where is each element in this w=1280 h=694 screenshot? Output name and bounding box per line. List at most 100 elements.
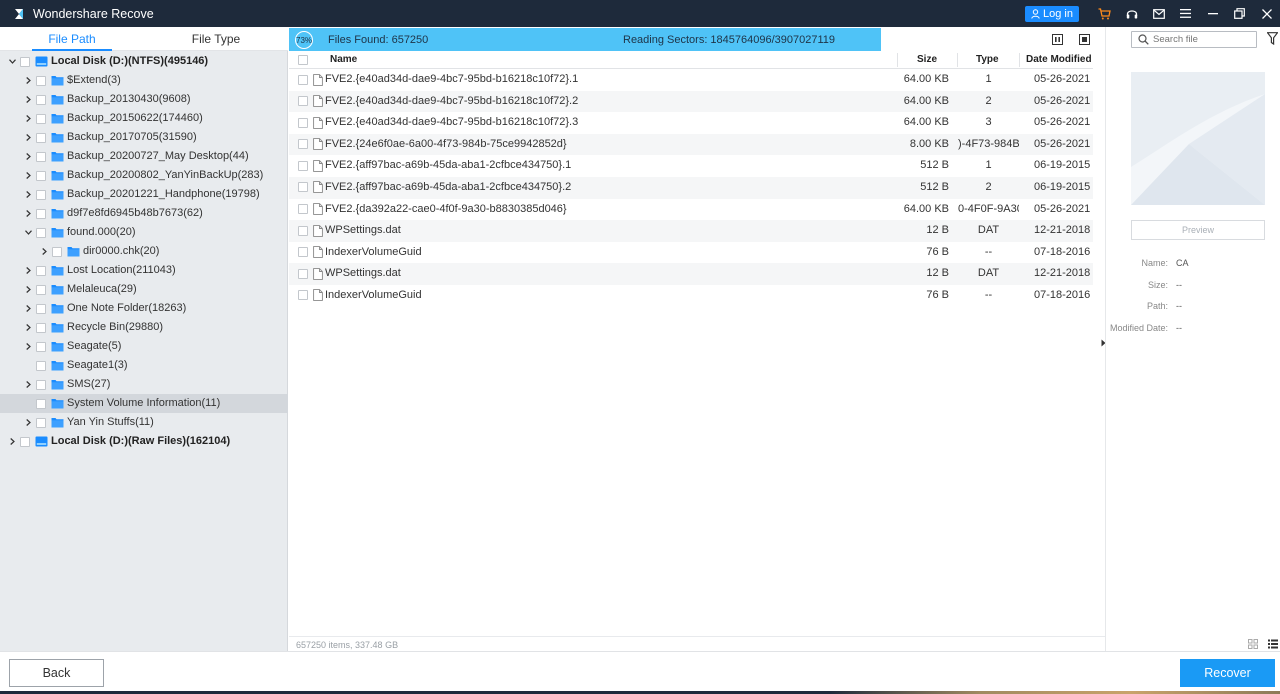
close-button[interactable] [1253, 0, 1280, 27]
tree-item[interactable]: Local Disk (D:)(Raw Files)(162104) [0, 432, 288, 451]
tree-checkbox[interactable] [36, 151, 46, 162]
tree-checkbox[interactable] [36, 417, 46, 428]
tree-checkbox[interactable] [36, 189, 46, 200]
row-checkbox[interactable] [298, 225, 308, 236]
column-name[interactable]: Name [330, 51, 357, 69]
tree-checkbox[interactable] [36, 75, 46, 86]
tree-checkbox[interactable] [36, 265, 46, 276]
row-checkbox[interactable] [298, 268, 308, 279]
table-row[interactable]: FVE2.{e40ad34d-dae9-4bc7-95bd-b16218c10f… [289, 69, 1093, 91]
tree-item[interactable]: Seagate(5) [0, 337, 288, 356]
tree-checkbox[interactable] [20, 436, 30, 447]
chevron-right-icon[interactable] [23, 133, 33, 143]
row-checkbox[interactable] [298, 247, 308, 258]
row-checkbox[interactable] [298, 290, 308, 301]
chevron-right-icon[interactable] [23, 190, 33, 200]
tree-item[interactable]: d9f7e8fd6945b48b7673(62) [0, 204, 288, 223]
chevron-right-icon[interactable] [23, 418, 33, 428]
tree-item[interactable]: One Note Folder(18263) [0, 299, 288, 318]
tab-file-path[interactable]: File Path [0, 27, 144, 51]
table-row[interactable]: FVE2.{aff97bac-a69b-45da-aba1-2cfbce4347… [289, 176, 1093, 199]
tree-checkbox[interactable] [36, 341, 46, 352]
support-button[interactable] [1118, 0, 1145, 27]
table-row[interactable]: FVE2.{da392a22-cae0-4f0f-9a30-b8830385d0… [289, 199, 1093, 221]
tree-checkbox[interactable] [36, 170, 46, 181]
tree-item[interactable]: System Volume Information(11) [0, 394, 288, 413]
select-all-checkbox[interactable] [298, 55, 308, 65]
tree-checkbox[interactable] [36, 379, 46, 390]
chevron-right-icon[interactable] [23, 114, 33, 124]
tree-item[interactable]: Melaleuca(29) [0, 280, 288, 299]
tree-checkbox[interactable] [36, 227, 46, 238]
chevron-right-icon[interactable] [23, 152, 33, 162]
tree-checkbox[interactable] [36, 284, 46, 295]
tree-item[interactable]: Backup_20150622(174460) [0, 109, 288, 128]
tree-checkbox[interactable] [36, 208, 46, 219]
tree-item[interactable]: Seagate1(3) [0, 356, 288, 375]
chevron-right-icon[interactable] [39, 247, 49, 257]
row-checkbox[interactable] [298, 96, 308, 107]
chevron-down-icon[interactable] [23, 228, 33, 238]
mail-button[interactable] [1145, 0, 1172, 27]
table-row[interactable]: IndexerVolumeGuid 76 B -- 07-18-2016 [289, 242, 1093, 264]
chevron-right-icon[interactable] [23, 323, 33, 333]
tree-item[interactable]: Backup_20200727_May Desktop(44) [0, 147, 288, 166]
cart-button[interactable] [1091, 0, 1118, 27]
tree-checkbox[interactable] [36, 303, 46, 314]
search-box[interactable] [1131, 31, 1257, 48]
tree-item[interactable]: Yan Yin Stuffs(11) [0, 413, 288, 432]
row-checkbox[interactable] [298, 74, 308, 85]
tree-checkbox[interactable] [36, 94, 46, 105]
tree-checkbox[interactable] [36, 398, 46, 409]
search-input[interactable] [1153, 34, 1249, 45]
chevron-right-icon[interactable] [23, 342, 33, 352]
tree-item[interactable]: Backup_20201221_Handphone(19798) [0, 185, 288, 204]
login-button[interactable]: Log in [1025, 5, 1079, 22]
tree-item[interactable]: Backup_20200802_YanYinBackUp(283) [0, 166, 288, 185]
table-row[interactable]: WPSettings.dat 12 B DAT 12-21-2018 [289, 263, 1093, 285]
table-row[interactable]: FVE2.{aff97bac-a69b-45da-aba1-2cfbce4347… [289, 155, 1093, 177]
menu-button[interactable] [1172, 0, 1199, 27]
column-size[interactable]: Size [917, 51, 937, 69]
table-row[interactable]: FVE2.{e40ad34d-dae9-4bc7-95bd-b16218c10f… [289, 90, 1093, 113]
pause-scan-button[interactable] [1052, 34, 1063, 45]
minimize-button[interactable] [1199, 0, 1226, 27]
chevron-right-icon[interactable] [7, 437, 17, 447]
row-checkbox[interactable] [298, 139, 308, 150]
filter-icon[interactable] [1267, 32, 1278, 45]
tab-file-type[interactable]: File Type [144, 27, 288, 51]
tree-checkbox[interactable] [36, 132, 46, 143]
grid-view-icon[interactable] [1248, 639, 1258, 649]
tree-item[interactable]: $Extend(3) [0, 71, 288, 90]
tree-item[interactable]: Backup_20170705(31590) [0, 128, 288, 147]
chevron-right-icon[interactable] [23, 380, 33, 390]
table-row[interactable]: FVE2.{e40ad34d-dae9-4bc7-95bd-b16218c10f… [289, 112, 1093, 134]
tree-item[interactable]: Lost Location(211043) [0, 261, 288, 280]
tree-item[interactable]: dir0000.chk(20) [0, 242, 288, 261]
stop-scan-button[interactable] [1079, 34, 1090, 45]
chevron-right-icon[interactable] [23, 171, 33, 181]
chevron-right-icon[interactable] [23, 95, 33, 105]
table-row[interactable]: IndexerVolumeGuid 76 B -- 07-18-2016 [289, 285, 1093, 307]
chevron-right-icon[interactable] [23, 266, 33, 276]
tree-checkbox[interactable] [36, 322, 46, 333]
restore-button[interactable] [1226, 0, 1253, 27]
tree-item[interactable]: SMS(27) [0, 375, 288, 394]
list-view-icon[interactable] [1268, 639, 1278, 649]
chevron-right-icon[interactable] [23, 285, 33, 295]
tree-checkbox[interactable] [52, 246, 62, 257]
tree-checkbox[interactable] [20, 56, 30, 67]
chevron-right-icon[interactable] [23, 209, 33, 219]
chevron-right-icon[interactable] [23, 76, 33, 86]
tree-item[interactable]: found.000(20) [0, 223, 288, 242]
row-checkbox[interactable] [298, 182, 308, 193]
preview-button[interactable]: Preview [1131, 220, 1265, 240]
column-type[interactable]: Type [976, 51, 999, 69]
tree-item[interactable]: Recycle Bin(29880) [0, 318, 288, 337]
column-date-modified[interactable]: Date Modified [1026, 51, 1092, 69]
chevron-down-icon[interactable] [7, 57, 17, 67]
chevron-right-icon[interactable] [23, 304, 33, 314]
tree-checkbox[interactable] [36, 113, 46, 124]
row-checkbox[interactable] [298, 160, 308, 171]
table-row[interactable]: WPSettings.dat 12 B DAT 12-21-2018 [289, 220, 1093, 242]
